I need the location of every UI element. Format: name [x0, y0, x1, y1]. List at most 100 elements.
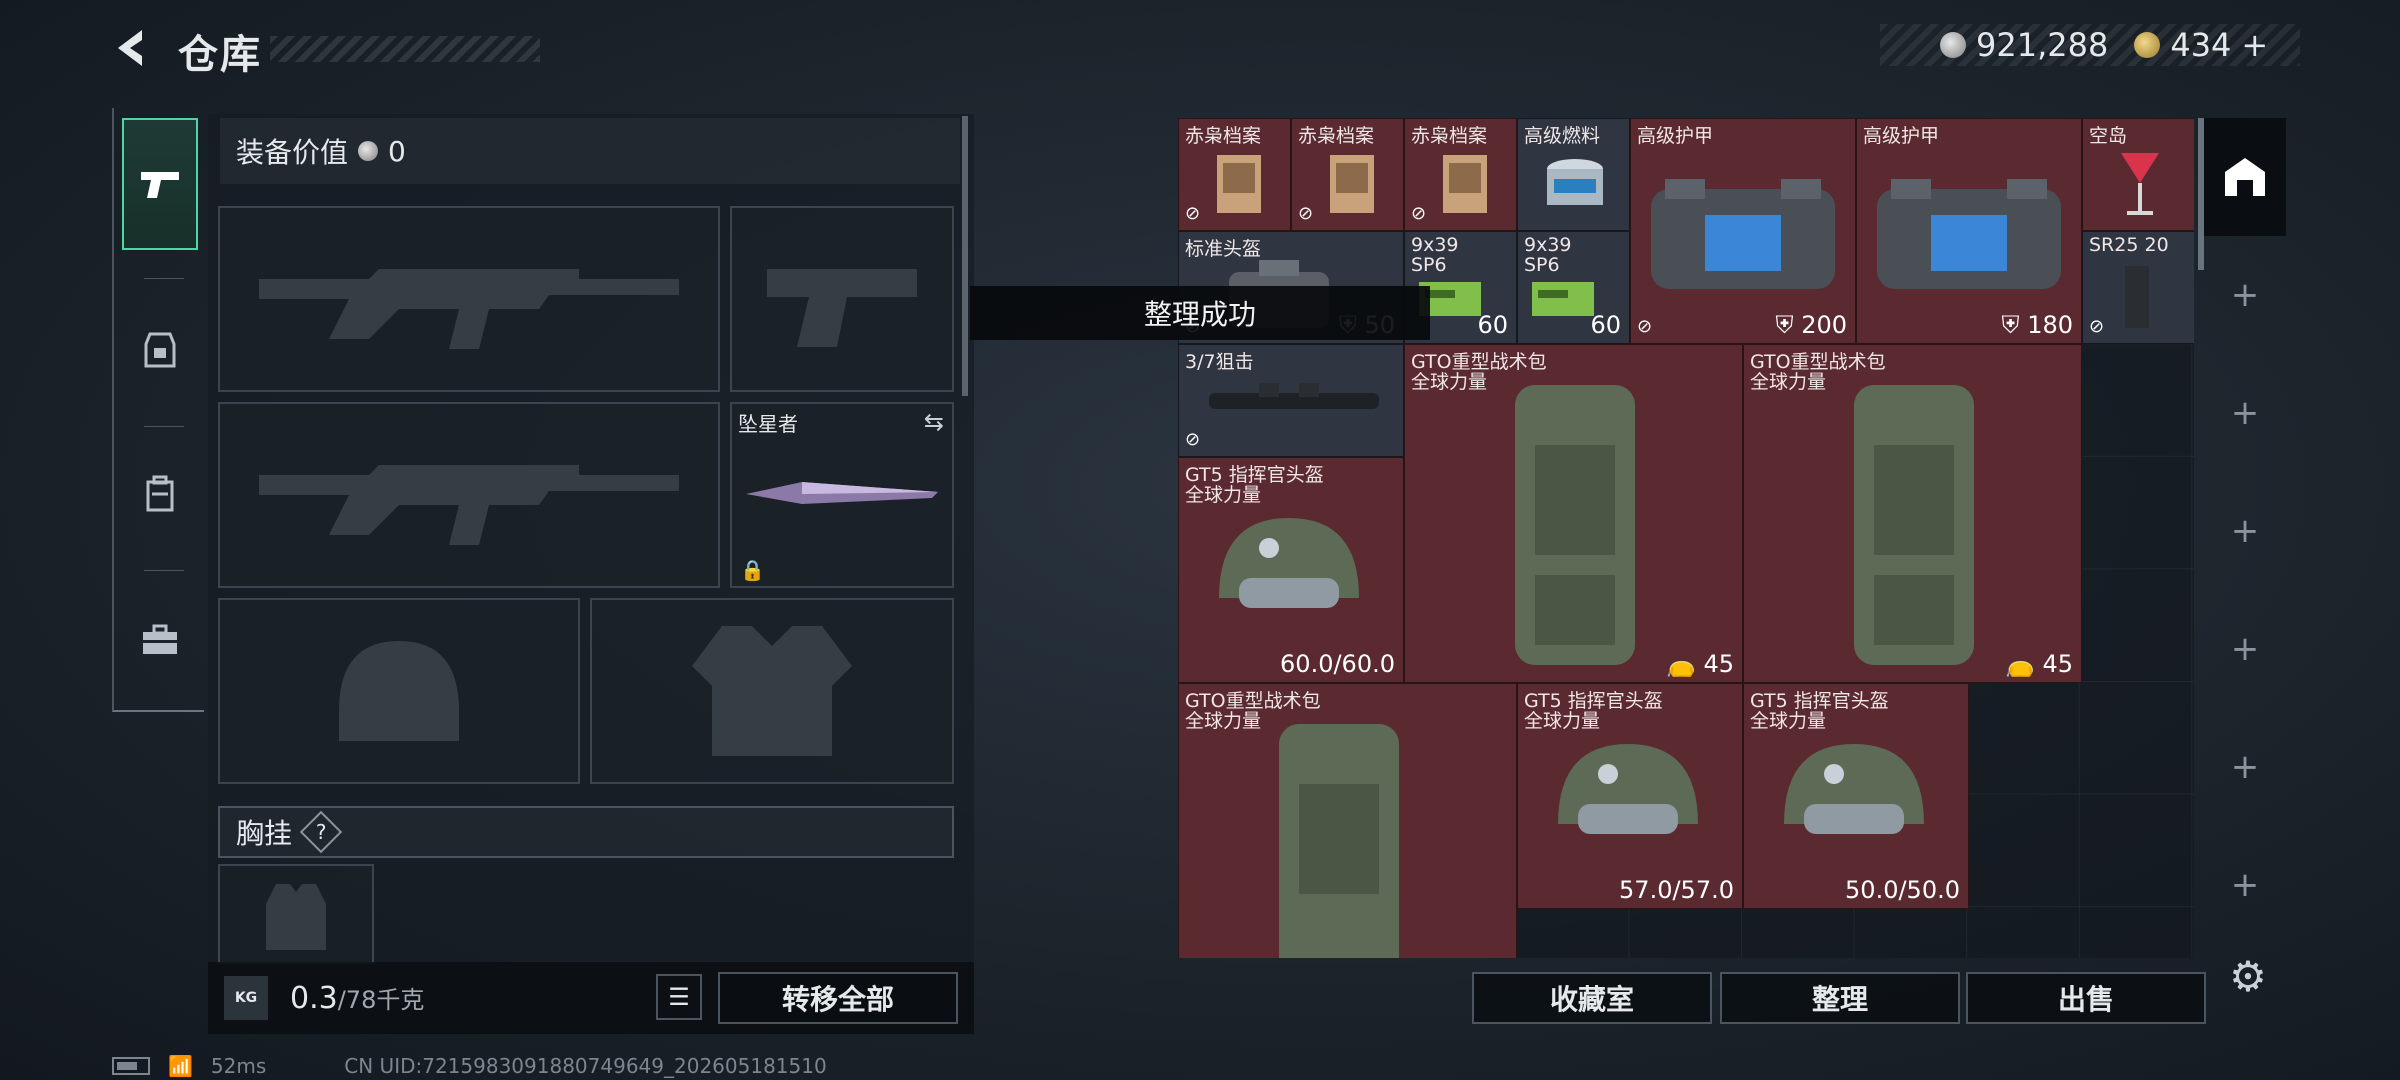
item-cell[interactable]: GT5 指挥官头盔 全球力量 57.0/57.0: [1517, 683, 1743, 909]
page-title: 仓库: [178, 32, 262, 78]
item-cell[interactable]: 高级护甲 ⛨ 180: [1856, 118, 2082, 344]
swap-icon[interactable]: ⇆: [924, 408, 944, 436]
organize-button[interactable]: 整理: [1720, 972, 1960, 1024]
add-warehouse-tab-button[interactable]: +: [2204, 236, 2286, 354]
plus-icon: +: [2230, 747, 2260, 787]
melee-slot[interactable]: 坠星者 ⇆ 🔒: [730, 402, 954, 588]
cocktail-image: [2121, 153, 2159, 215]
chest-rig-slot[interactable]: [218, 864, 374, 964]
helmet-slot[interactable]: [218, 598, 580, 784]
silver-coin-icon: [358, 141, 379, 161]
equipment-value-amount: 0: [388, 134, 406, 168]
toolbox-icon: [143, 624, 177, 654]
chest-rig-help-button[interactable]: ?: [299, 810, 343, 854]
chest-rig-header: 胸挂 ?: [218, 806, 954, 858]
gear-icon[interactable]: ⚙: [2224, 952, 2272, 1001]
capacity-value: 👝 45: [1665, 650, 1734, 678]
equipment-scrollbar[interactable]: [962, 116, 968, 396]
plus-icon: +: [2230, 511, 2260, 551]
item-cell[interactable]: GTO重型战术包 全球力量: [1178, 683, 1517, 958]
item-cell[interactable]: 赤枭档案 ⊘: [1178, 118, 1291, 231]
warehouse-tab-main[interactable]: [2204, 118, 2286, 236]
sell-button[interactable]: 出售: [1966, 972, 2206, 1024]
plus-icon: +: [2230, 275, 2260, 315]
no-trade-icon: ⊘: [1298, 203, 1314, 224]
list-view-button[interactable]: ☰: [656, 974, 702, 1020]
backpack-icon: [146, 475, 174, 512]
no-trade-icon: ⊘: [1185, 203, 1201, 224]
item-cell[interactable]: 高级护甲 ⊘ ⛨ 200: [1630, 118, 1856, 344]
item-cell[interactable]: SR25 20 ⊘: [2082, 231, 2194, 344]
durability-value: ⛨ 180: [2001, 311, 2073, 339]
gold-coin-icon: [2134, 32, 2161, 58]
nav-item-backpack[interactable]: [122, 428, 198, 560]
add-warehouse-tab-button[interactable]: +: [2204, 826, 2286, 944]
document-image: [1443, 155, 1487, 213]
item-cell[interactable]: GT5 指挥官头盔 全球力量 50.0/50.0: [1743, 683, 1969, 909]
item-cell[interactable]: GTO重型战术包 全球力量 👝 45: [1404, 344, 1743, 683]
pistol-silhouette-icon: [767, 269, 917, 347]
document-image: [1330, 155, 1374, 213]
armor-slot[interactable]: [590, 598, 954, 784]
weight-max: /78千克: [337, 986, 425, 1014]
currency-bar: 921,288 434 +: [1880, 24, 2300, 66]
ammo-count: 60: [1477, 311, 1508, 339]
helmet-image: [1558, 744, 1698, 834]
item-cell[interactable]: GT5 指挥官头盔 全球力量 60.0/60.0: [1178, 457, 1404, 683]
add-warehouse-tab-button[interactable]: +: [2204, 708, 2286, 826]
nav-item-tools[interactable]: [122, 574, 198, 706]
add-gold-button[interactable]: +: [2241, 26, 2268, 64]
add-warehouse-tab-button[interactable]: +: [2204, 354, 2286, 472]
fuel-can-image: [1547, 159, 1603, 205]
item-cell[interactable]: 空岛: [2082, 118, 2194, 231]
helmet-image: [1219, 518, 1359, 608]
document-image: [1217, 155, 1261, 213]
warehouse-tabs: + + + + + +: [2204, 118, 2286, 958]
helmet-image: [1784, 744, 1924, 834]
durability-value: 57.0/57.0: [1619, 876, 1734, 904]
silver-amount: 921,288: [1976, 26, 2109, 64]
no-trade-icon: ⊘: [2089, 316, 2105, 337]
pistol-slot[interactable]: [730, 206, 954, 392]
transfer-all-button[interactable]: 转移全部: [718, 972, 958, 1024]
warehouse-icon: [2225, 158, 2265, 196]
no-trade-icon: ⊘: [1185, 429, 1201, 450]
plus-icon: +: [2230, 393, 2260, 433]
collection-room-button[interactable]: 收藏室: [1472, 972, 1712, 1024]
back-button[interactable]: [108, 24, 156, 72]
durability-value: 60.0/60.0: [1280, 650, 1395, 678]
pistol-icon: [141, 172, 179, 198]
add-warehouse-tab-button[interactable]: +: [2204, 472, 2286, 590]
ping-value: 52ms: [210, 1054, 267, 1078]
no-trade-icon: ⊘: [1637, 316, 1653, 337]
add-warehouse-tab-button[interactable]: +: [2204, 590, 2286, 708]
helmet-silhouette-icon: [339, 641, 459, 741]
equipment-value-label: 装备价值: [236, 136, 349, 169]
gold-amount: 434: [2170, 26, 2232, 64]
durability-value: ⛨ 200: [1775, 311, 1847, 339]
weight-current: 0.3: [290, 981, 338, 1016]
backpack-image: [1854, 385, 1974, 665]
item-cell[interactable]: 赤枭档案 ⊘: [1404, 118, 1517, 231]
silver-coin-icon: [1940, 32, 1966, 58]
magazine-image: [2125, 266, 2149, 328]
item-cell[interactable]: 9x39 SP6 60: [1517, 231, 1630, 344]
item-cell[interactable]: 高级燃料: [1517, 118, 1630, 231]
melee-name: 坠星者: [738, 412, 798, 436]
item-cell[interactable]: GTO重型战术包 全球力量 👝 45: [1743, 344, 2082, 683]
knife-image: [746, 482, 938, 504]
armor-icon: [144, 332, 176, 368]
secondary-weapon-slot[interactable]: [218, 402, 720, 588]
warehouse-grid: 赤枭档案 ⊘ 赤枭档案 ⊘ 赤枭档案 ⊘ 高级燃料 高级护甲 ⊘ ⛨ 200 高…: [1178, 118, 2194, 958]
item-cell[interactable]: 3/7狙击 ⊘: [1178, 344, 1404, 457]
backpack-image: [1515, 385, 1635, 665]
equipment-nav: [112, 108, 204, 712]
user-uid: CN UID:7215983091880749649_202605181510: [344, 1054, 827, 1078]
armor-bag-image: [1877, 179, 2061, 289]
primary-weapon-slot[interactable]: [218, 206, 720, 392]
nav-item-armor[interactable]: [122, 284, 198, 416]
armor-silhouette-icon: [692, 626, 852, 756]
nav-item-weapons[interactable]: [122, 118, 198, 250]
item-cell[interactable]: 赤枭档案 ⊘: [1291, 118, 1404, 231]
plus-icon: +: [2230, 629, 2260, 669]
